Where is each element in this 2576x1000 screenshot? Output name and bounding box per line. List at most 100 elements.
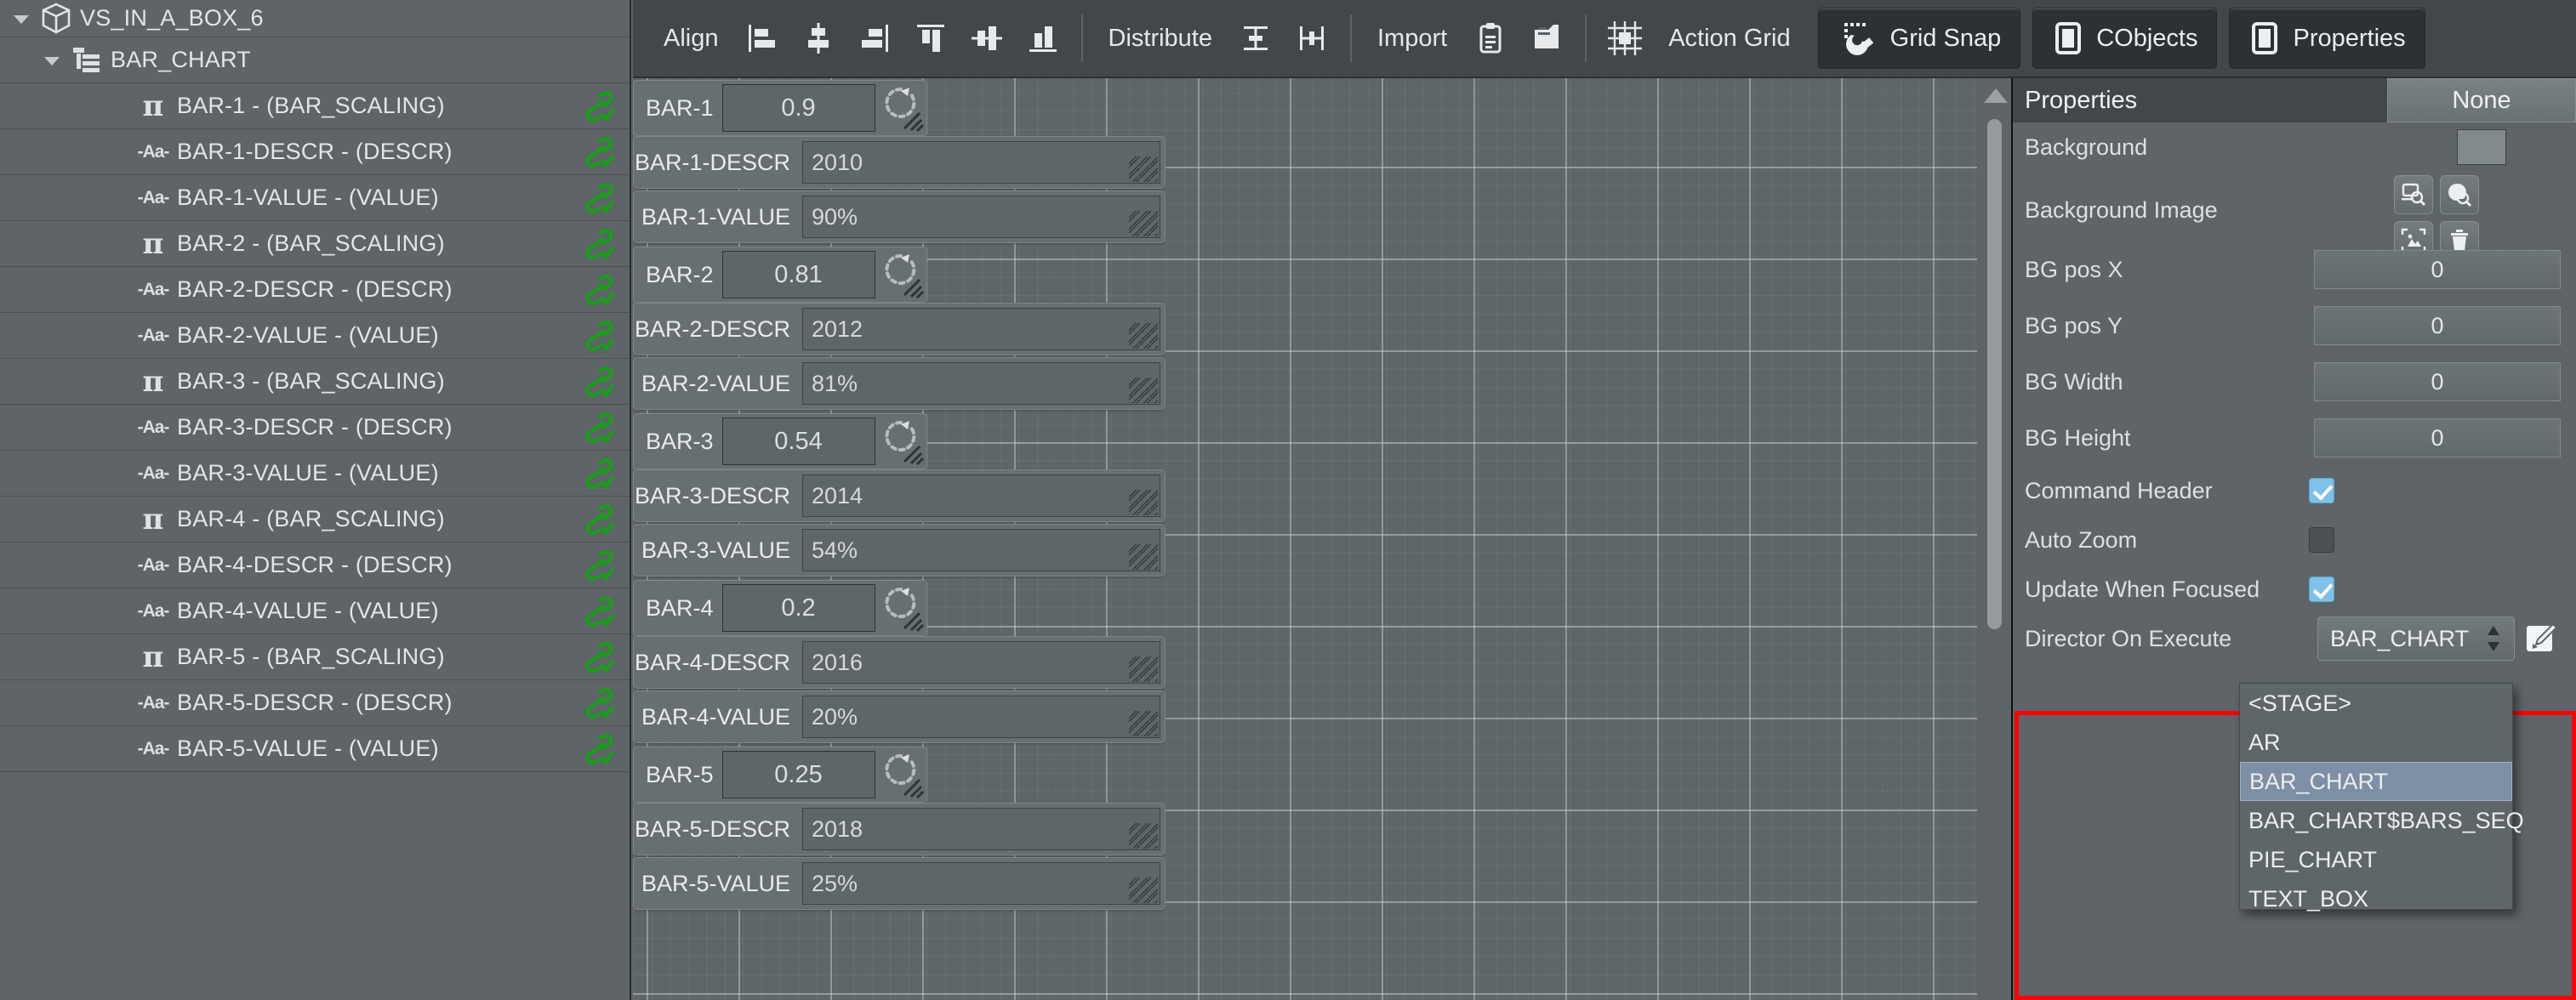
dial-knob-icon[interactable]: [875, 80, 927, 136]
dropdown-option[interactable]: PIE_CHART: [2240, 840, 2512, 879]
link-check-icon[interactable]: [580, 227, 614, 261]
command-header-checkbox[interactable]: [2309, 478, 2334, 503]
field-text-input[interactable]: 81%: [802, 362, 1160, 405]
form-field[interactable]: BAR-5-VALUE25%: [633, 857, 1165, 910]
dial-knob-icon[interactable]: [875, 580, 927, 636]
director-on-execute-select[interactable]: BAR_CHART: [2317, 616, 2515, 661]
align-center-vertical-icon[interactable]: [792, 12, 845, 65]
dial-knob-icon[interactable]: [875, 247, 927, 303]
tree-row[interactable]: πBAR-4 - (BAR_SCALING): [0, 497, 630, 543]
link-check-icon[interactable]: [580, 89, 614, 123]
bg-width-input[interactable]: 0: [2314, 362, 2561, 401]
link-check-icon[interactable]: [580, 181, 614, 215]
link-check-icon[interactable]: [580, 273, 614, 307]
tree-row[interactable]: -Aa-BAR-3-DESCR - (DESCR): [0, 405, 630, 451]
tree-row[interactable]: -Aa-BAR-5-DESCR - (DESCR): [0, 680, 630, 726]
folder-import-icon[interactable]: [1520, 12, 1573, 65]
form-field[interactable]: BAR-40.2: [633, 580, 914, 636]
tree-row[interactable]: -Aa-BAR-1-VALUE - (VALUE): [0, 175, 630, 221]
auto-zoom-checkbox[interactable]: [2309, 527, 2334, 553]
dial-knob-icon[interactable]: [875, 747, 927, 803]
form-field[interactable]: BAR-3-VALUE54%: [633, 524, 1165, 577]
tree-row[interactable]: BAR_CHART: [0, 37, 630, 83]
link-check-icon[interactable]: [580, 135, 614, 169]
properties-button[interactable]: Properties: [2229, 8, 2425, 69]
field-text-input[interactable]: 2012: [802, 308, 1160, 350]
dropdown-option[interactable]: BAR_CHART: [2240, 762, 2512, 801]
update-when-focused-checkbox[interactable]: [2309, 577, 2334, 602]
image-search-icon[interactable]: [2394, 175, 2433, 214]
chevron-down-icon[interactable]: [41, 49, 63, 71]
palette-search-icon[interactable]: [2440, 175, 2479, 214]
scrollbar-thumb[interactable]: [1987, 119, 2002, 629]
field-number-input[interactable]: 0.81: [722, 251, 875, 298]
link-check-icon[interactable]: [580, 594, 614, 628]
object-tree-panel[interactable]: VS_IN_A_BOX_6BAR_CHARTπBAR-1 - (BAR_SCAL…: [0, 0, 631, 1000]
field-number-input[interactable]: 0.25: [722, 751, 875, 798]
form-field[interactable]: BAR-10.9: [633, 80, 914, 136]
link-check-icon[interactable]: [580, 319, 614, 353]
tree-row[interactable]: πBAR-2 - (BAR_SCALING): [0, 221, 630, 267]
selection-none-button[interactable]: None: [2387, 78, 2576, 122]
tree-row[interactable]: -Aa-BAR-2-DESCR - (DESCR): [0, 267, 630, 313]
field-number-input[interactable]: 0.54: [722, 418, 875, 465]
form-field[interactable]: BAR-1-DESCR2010: [633, 136, 1165, 189]
align-left-icon[interactable]: [736, 12, 789, 65]
align-top-icon[interactable]: [904, 12, 957, 65]
dial-knob-icon[interactable]: [875, 413, 927, 469]
form-field[interactable]: BAR-3-DESCR2014: [633, 469, 1165, 522]
field-text-input[interactable]: 20%: [802, 696, 1160, 738]
bg-height-input[interactable]: 0: [2314, 418, 2561, 457]
link-check-icon[interactable]: [580, 640, 614, 674]
tree-row[interactable]: -Aa-BAR-1-DESCR - (DESCR): [0, 129, 630, 175]
tree-row[interactable]: πBAR-5 - (BAR_SCALING): [0, 634, 630, 680]
cobjects-button[interactable]: CObjects: [2032, 8, 2217, 69]
bg-pos-y-input[interactable]: 0: [2314, 306, 2561, 345]
field-text-input[interactable]: 54%: [802, 529, 1160, 571]
align-middle-horizontal-icon[interactable]: [960, 12, 1013, 65]
dropdown-option[interactable]: TEXT_BOX: [2240, 879, 2512, 918]
field-text-input[interactable]: 25%: [802, 862, 1160, 905]
clipboard-icon[interactable]: [1464, 12, 1517, 65]
link-check-icon[interactable]: [580, 503, 614, 537]
form-field[interactable]: BAR-1-VALUE90%: [633, 190, 1165, 243]
tree-row[interactable]: -Aa-BAR-4-VALUE - (VALUE): [0, 588, 630, 634]
link-check-icon[interactable]: [580, 686, 614, 720]
form-field[interactable]: BAR-50.25: [633, 747, 914, 803]
tree-row[interactable]: πBAR-1 - (BAR_SCALING): [0, 83, 630, 129]
form-field[interactable]: BAR-2-VALUE81%: [633, 357, 1165, 410]
tree-row[interactable]: -Aa-BAR-4-DESCR - (DESCR): [0, 543, 630, 588]
form-field[interactable]: BAR-5-DESCR2018: [633, 803, 1165, 855]
bg-pos-x-input[interactable]: 0: [2314, 250, 2561, 289]
form-field[interactable]: BAR-30.54: [633, 413, 914, 469]
align-right-icon[interactable]: [848, 12, 901, 65]
action-grid-label[interactable]: Action Grid: [1653, 25, 1805, 53]
field-text-input[interactable]: 2010: [802, 141, 1160, 184]
distribute-horizontal-icon[interactable]: [1285, 12, 1338, 65]
properties-scrollbar[interactable]: [1977, 78, 2011, 1000]
field-text-input[interactable]: 90%: [802, 196, 1160, 238]
field-number-input[interactable]: 0.2: [722, 584, 875, 632]
form-field[interactable]: BAR-2-DESCR2012: [633, 303, 1165, 355]
field-text-input[interactable]: 2018: [802, 808, 1160, 850]
field-text-input[interactable]: 2014: [802, 474, 1160, 517]
dropdown-option[interactable]: <STAGE>: [2240, 684, 2512, 723]
action-grid-icon[interactable]: [1599, 12, 1651, 65]
scroll-up-arrow-icon[interactable]: [1984, 88, 2008, 103]
dropdown-option[interactable]: BAR_CHART$BARS_SEQ: [2240, 801, 2512, 840]
director-edit-button[interactable]: [2522, 616, 2561, 661]
grid-snap-button[interactable]: Grid Snap: [1818, 8, 2021, 69]
background-color-swatch[interactable]: [2457, 129, 2506, 165]
form-field[interactable]: BAR-4-VALUE20%: [633, 690, 1165, 743]
tree-row[interactable]: -Aa-BAR-3-VALUE - (VALUE): [0, 451, 630, 497]
align-bottom-icon[interactable]: [1017, 12, 1069, 65]
link-check-icon[interactable]: [580, 365, 614, 399]
tree-row[interactable]: -Aa-BAR-5-VALUE - (VALUE): [0, 726, 630, 772]
director-on-execute-dropdown[interactable]: <STAGE>ARBAR_CHARTBAR_CHART$BARS_SEQPIE_…: [2239, 683, 2513, 910]
link-check-icon[interactable]: [580, 457, 614, 491]
field-text-input[interactable]: 2016: [802, 641, 1160, 684]
distribute-vertical-icon[interactable]: [1229, 12, 1282, 65]
form-field[interactable]: BAR-20.81: [633, 247, 914, 303]
link-check-icon[interactable]: [580, 732, 614, 766]
field-number-input[interactable]: 0.9: [722, 84, 875, 132]
